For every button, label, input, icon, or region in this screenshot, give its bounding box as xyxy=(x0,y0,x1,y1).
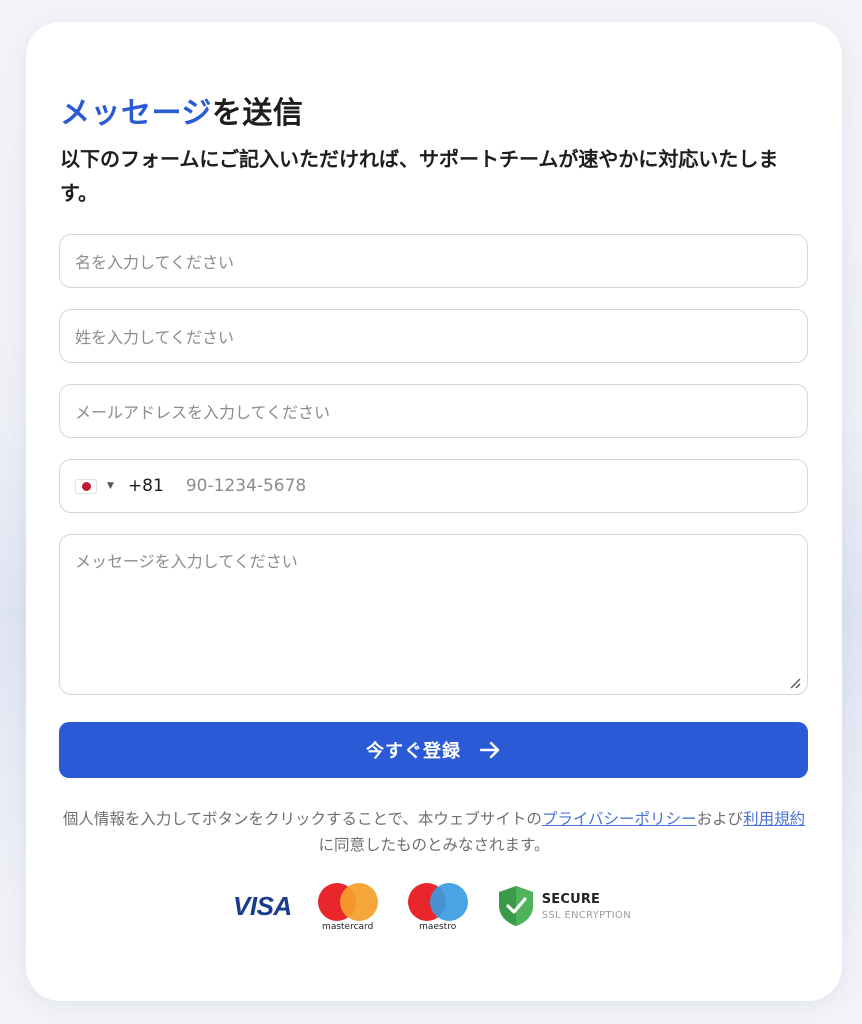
form-subtitle: 以下のフォームにご記入いただければ、サポートチームが速やかに対応いたします。 xyxy=(60,147,779,205)
country-code: +81 xyxy=(127,476,164,496)
japan-flag-icon[interactable] xyxy=(75,478,97,494)
legal-text-before: 個人情報を入力してボタンをクリックすることで、本ウェブサイトの xyxy=(62,810,542,828)
secure-subtitle: SSL ENCRYPTION xyxy=(541,909,631,921)
first-name-placeholder: 名を入力してください xyxy=(75,253,235,272)
mastercard-label: mastercard xyxy=(322,922,374,932)
form-title-accent: メッセージ xyxy=(60,96,212,131)
submit-button-label: 今すぐ登録 xyxy=(366,741,461,762)
maestro-logo-icon: maestro xyxy=(406,880,470,932)
submit-button[interactable]: 今すぐ登録 xyxy=(59,722,808,778)
arrow-right-icon xyxy=(479,740,501,760)
phone-placeholder: 90-1234-5678 xyxy=(185,476,307,496)
mastercard-logo-icon: mastercard xyxy=(316,880,380,932)
terms-link[interactable]: 利用規約 xyxy=(743,810,805,828)
last-name-placeholder: 姓を入力してください xyxy=(75,328,235,347)
resize-handle-icon[interactable] xyxy=(789,677,801,689)
email-input[interactable]: メールアドレスを入力してください xyxy=(59,384,808,438)
email-placeholder: メールアドレスを入力してください xyxy=(75,403,331,422)
legal-text-middle: および xyxy=(696,810,744,828)
shield-check-icon xyxy=(498,886,533,926)
privacy-policy-link[interactable]: プライバシーポリシー xyxy=(542,810,697,828)
legal-text-after: に同意したものとみなされます。 xyxy=(318,836,550,854)
maestro-label: maestro xyxy=(419,922,457,932)
first-name-input[interactable]: 名を入力してください xyxy=(59,234,808,288)
form-title-rest: を送信 xyxy=(211,96,304,131)
legal-notice: 個人情報を入力してボタンをクリックすることで、本ウェブサイトのプライバシーポリシ… xyxy=(56,806,812,858)
country-dropdown-caret-icon[interactable]: ▼ xyxy=(107,481,114,491)
secure-title: SECURE xyxy=(541,891,601,907)
visa-logo-icon: VISA xyxy=(233,890,292,921)
ssl-secure-badge: SECURE SSL ENCRYPTION xyxy=(496,884,631,928)
phone-input[interactable]: ▼ +81 90-1234-5678 xyxy=(59,459,808,513)
form-title: メッセージを送信 xyxy=(60,88,303,132)
payment-badges: VISA mastercard maestro SECURE SSL ENCRY… xyxy=(233,880,631,932)
message-textarea[interactable]: メッセージを入力してください xyxy=(59,534,808,695)
message-placeholder: メッセージを入力してください xyxy=(75,552,298,571)
last-name-input[interactable]: 姓を入力してください xyxy=(59,309,808,363)
contact-form-card: メッセージを送信 以下のフォームにご記入いただければ、サポートチームが速やかに対… xyxy=(26,22,842,1001)
